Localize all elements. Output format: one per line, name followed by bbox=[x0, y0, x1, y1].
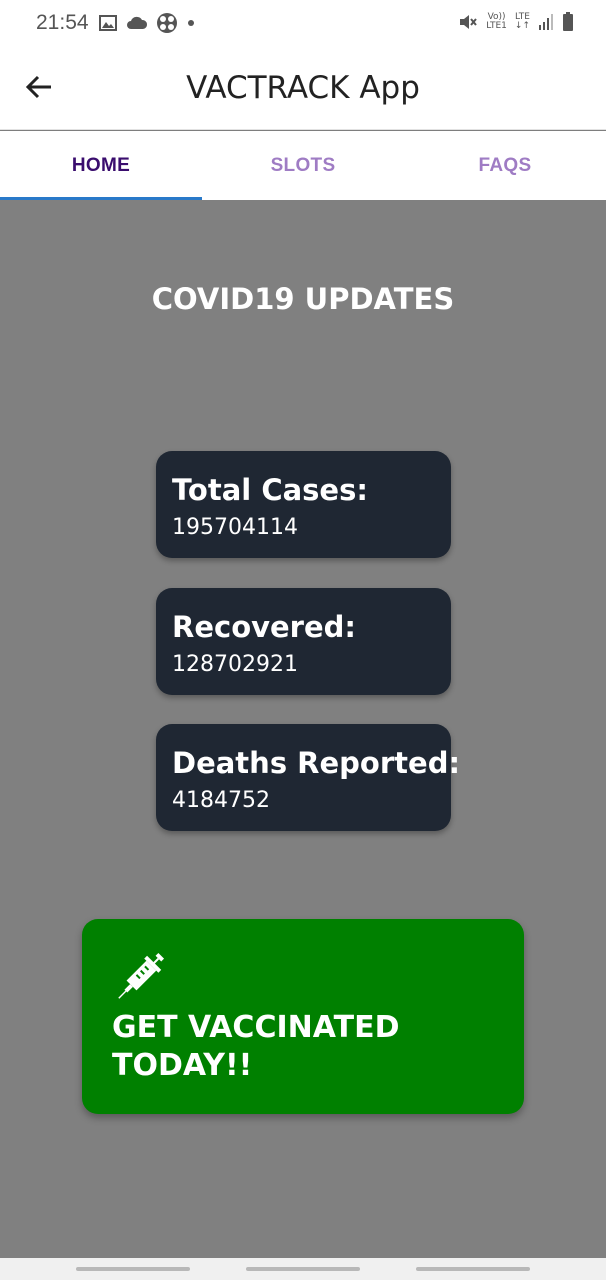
mute-icon bbox=[460, 15, 477, 29]
section-title: COVID19 UPDATES bbox=[151, 282, 455, 316]
lte-icon: LTE ↓↑ bbox=[515, 13, 530, 31]
lte-arrows: ↓↑ bbox=[514, 21, 530, 31]
syringe-icon bbox=[118, 952, 165, 999]
stat-card-deaths: Deaths Reported: 4184752 bbox=[156, 724, 461, 831]
stat-value: 128702921 bbox=[172, 652, 298, 677]
volte-bottom: LTE1 bbox=[486, 21, 507, 31]
status-right-icons: Vo)) LTE1 LTE ↓↑ bbox=[458, 12, 574, 32]
nav-home-handle[interactable] bbox=[246, 1267, 360, 1271]
dot-icon bbox=[188, 20, 194, 26]
image-icon bbox=[99, 15, 117, 31]
app-title: VACTRACK App bbox=[186, 70, 420, 106]
tab-faqs[interactable]: FAQS bbox=[404, 131, 606, 200]
get-vaccinated-button[interactable]: GET VACCINATED TODAY!! bbox=[82, 919, 524, 1114]
stat-label: Recovered: bbox=[172, 610, 357, 644]
stat-card-recovered: Recovered: 128702921 bbox=[156, 588, 451, 695]
signal-icon bbox=[539, 14, 553, 30]
tab-slots-label: SLOTS bbox=[270, 154, 336, 176]
tab-bar: HOME SLOTS FAQS bbox=[0, 131, 606, 200]
stat-value: 4184752 bbox=[172, 788, 270, 813]
tab-home[interactable]: HOME bbox=[0, 131, 202, 200]
get-vaccinated-label: GET VACCINATED TODAY!! bbox=[112, 1010, 400, 1083]
app-notification-icon bbox=[157, 13, 177, 33]
volte-icon: Vo)) LTE1 bbox=[486, 13, 507, 31]
stat-card-total-cases: Total Cases: 195704114 bbox=[156, 451, 451, 558]
nav-back-handle[interactable] bbox=[416, 1267, 530, 1271]
system-nav-bar bbox=[0, 1258, 606, 1280]
app-bar: VACTRACK App bbox=[0, 48, 606, 130]
cloud-icon bbox=[127, 16, 148, 29]
stat-value: 195704114 bbox=[172, 515, 298, 540]
stat-label: Total Cases: bbox=[172, 473, 368, 507]
nav-recents-handle[interactable] bbox=[76, 1267, 190, 1271]
stat-label: Deaths Reported: bbox=[172, 746, 461, 780]
tab-faqs-label: FAQS bbox=[478, 154, 532, 176]
status-time: 21:54 bbox=[36, 11, 89, 34]
status-bar: 21:54 Vo)) LTE1 LTE ↓↑ bbox=[0, 0, 606, 48]
tab-home-label: HOME bbox=[71, 154, 131, 176]
main-content: COVID19 UPDATES Total Cases: 195704114 R… bbox=[0, 200, 606, 1258]
tab-slots[interactable]: SLOTS bbox=[202, 131, 404, 200]
battery-icon bbox=[563, 12, 573, 31]
status-left-icons bbox=[98, 12, 196, 34]
